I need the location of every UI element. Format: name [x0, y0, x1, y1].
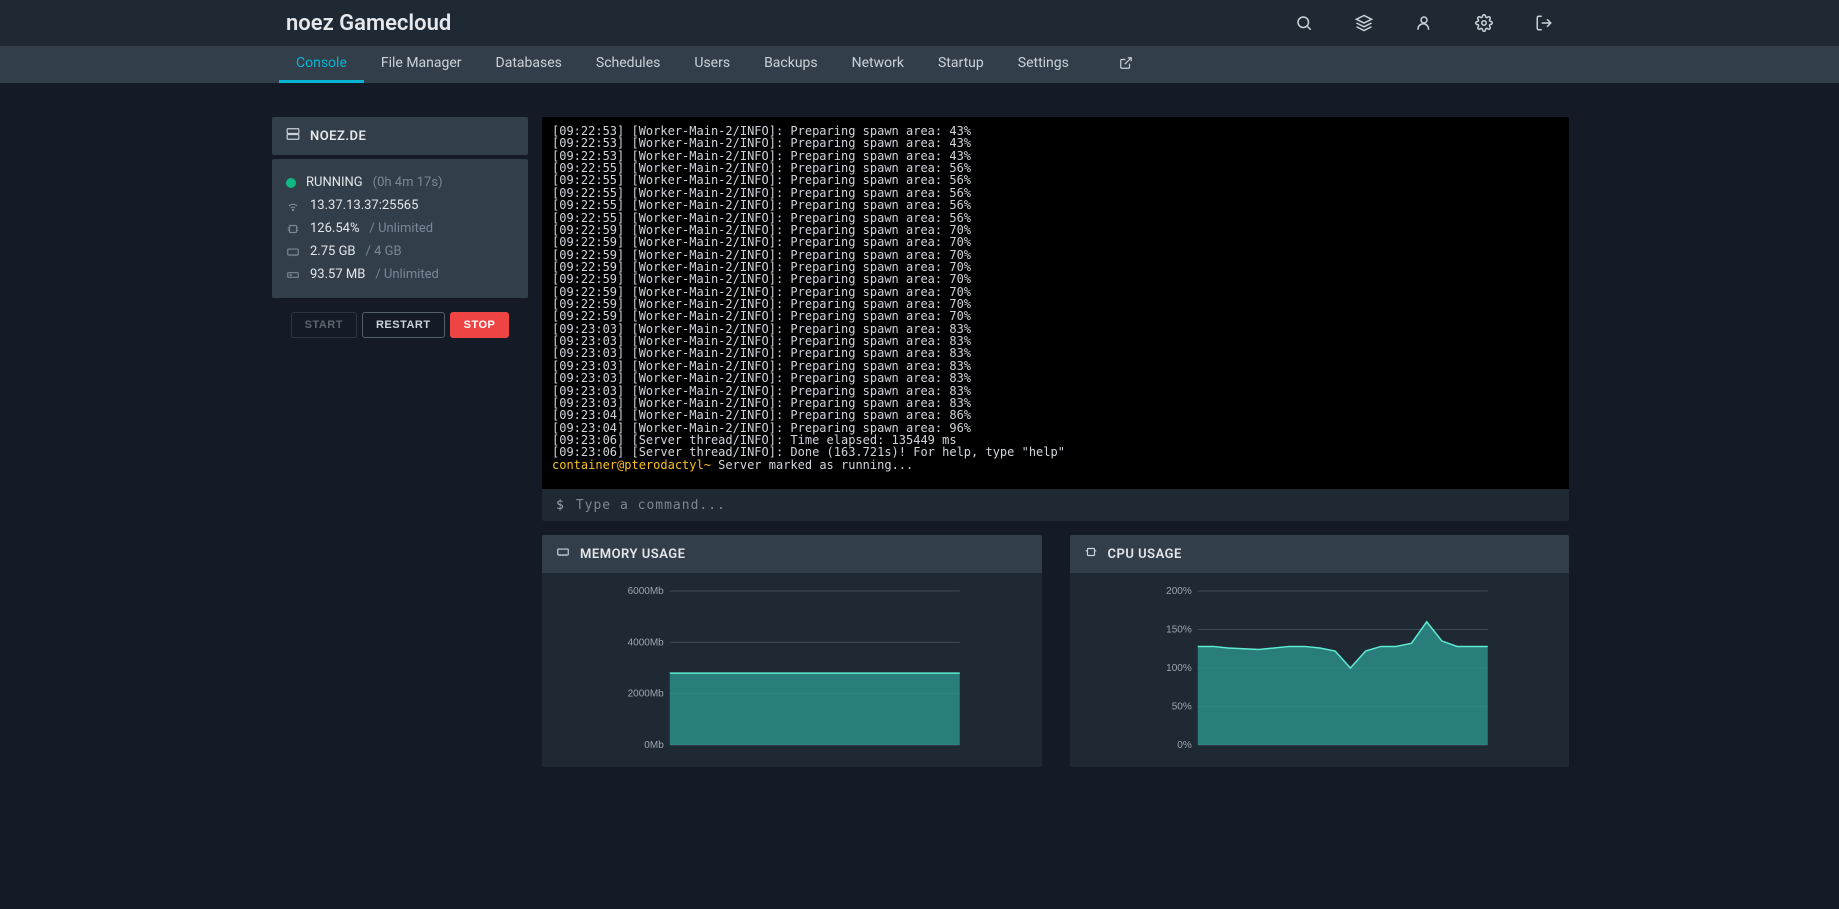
header-icon-group	[1295, 14, 1823, 32]
wifi-icon	[286, 199, 300, 213]
nav-tab-network[interactable]: Network	[835, 46, 921, 83]
nav-tab-backups[interactable]: Backups	[747, 46, 835, 83]
disk-value: 93.57 MB	[310, 267, 365, 282]
svg-text:6000Mb: 6000Mb	[628, 586, 665, 597]
start-button[interactable]: START	[291, 312, 357, 338]
prompt-symbol: $	[556, 498, 564, 513]
memory-limit: / 4 GB	[366, 244, 402, 259]
disk-limit: / Unlimited	[375, 267, 439, 282]
console-prompt-line: container@pterodactyl~ Server marked as …	[552, 459, 1559, 471]
restart-button[interactable]: RESTART	[362, 312, 445, 338]
memory-chart-icon	[556, 545, 570, 563]
console-input-row: $	[542, 489, 1569, 521]
server-title-panel: NOEZ.DE	[272, 117, 528, 155]
nav-tab-settings[interactable]: Settings	[1001, 46, 1086, 83]
memory-value: 2.75 GB	[310, 244, 356, 259]
layers-icon[interactable]	[1355, 14, 1373, 32]
stop-button[interactable]: STOP	[450, 312, 510, 338]
server-stats-panel: RUNNING (0h 4m 17s) 13.37.13.37:25565 12…	[272, 159, 528, 298]
brand-title: noez Gamecloud	[286, 11, 451, 36]
status-row: RUNNING (0h 4m 17s)	[286, 171, 514, 194]
nav-tab-databases[interactable]: Databases	[479, 46, 579, 83]
console-output[interactable]: [09:22:53] [Worker-Main-2/INFO]: Prepari…	[542, 117, 1569, 489]
status-text: RUNNING	[306, 175, 363, 190]
cpu-chart-icon	[1084, 545, 1098, 563]
main-nav: ConsoleFile ManagerDatabasesSchedulesUse…	[0, 46, 1839, 83]
svg-text:4000Mb: 4000Mb	[628, 637, 665, 648]
main-column: [09:22:53] [Worker-Main-2/INFO]: Prepari…	[542, 117, 1569, 767]
logout-icon[interactable]	[1535, 14, 1553, 32]
external-link-icon[interactable]	[1102, 46, 1150, 83]
chip-icon	[286, 222, 300, 236]
power-buttons: START RESTART STOP	[272, 312, 528, 338]
search-icon[interactable]	[1295, 14, 1313, 32]
nav-tab-file-manager[interactable]: File Manager	[364, 46, 479, 83]
console-input[interactable]	[576, 498, 1555, 513]
cpu-chart-title: CPU USAGE	[1108, 547, 1182, 562]
console-line: [09:22:59] [Worker-Main-2/INFO]: Prepari…	[552, 310, 1559, 322]
uptime-text: (0h 4m 17s)	[373, 175, 443, 190]
svg-text:0Mb: 0Mb	[644, 740, 664, 751]
nav-tab-schedules[interactable]: Schedules	[579, 46, 677, 83]
cpu-limit: / Unlimited	[369, 221, 433, 236]
hdd-icon	[286, 268, 300, 282]
svg-text:0%: 0%	[1177, 740, 1192, 751]
address-row: 13.37.13.37:25565	[286, 194, 514, 217]
server-name: NOEZ.DE	[310, 129, 366, 144]
console-line: [09:22:59] [Worker-Main-2/INFO]: Prepari…	[552, 236, 1559, 248]
svg-text:200%: 200%	[1166, 586, 1192, 597]
sidebar: NOEZ.DE RUNNING (0h 4m 17s) 13.37.13.37:…	[272, 117, 528, 338]
console-line: [09:22:55] [Worker-Main-2/INFO]: Prepari…	[552, 174, 1559, 186]
content-area: NOEZ.DE RUNNING (0h 4m 17s) 13.37.13.37:…	[0, 83, 1839, 767]
memory-chart-card: MEMORY USAGE 0Mb 2000Mb 4000Mb 6000Mb	[542, 535, 1042, 767]
svg-text:100%: 100%	[1166, 663, 1192, 674]
memory-chart: 0Mb 2000Mb 4000Mb 6000Mb	[552, 585, 1032, 755]
server-icon	[286, 127, 300, 145]
cpu-value: 126.54%	[310, 221, 359, 236]
nav-tab-startup[interactable]: Startup	[921, 46, 1001, 83]
memory-icon	[286, 245, 300, 259]
console-line: [09:22:55] [Worker-Main-2/INFO]: Prepari…	[552, 199, 1559, 211]
cpu-chart-card: CPU USAGE 0% 50% 100% 150% 200%	[1070, 535, 1570, 767]
charts-row: MEMORY USAGE 0Mb 2000Mb 4000Mb 6000Mb CPU U…	[542, 535, 1569, 767]
memory-row: 2.75 GB / 4 GB	[286, 240, 514, 263]
app-header: noez Gamecloud	[0, 0, 1839, 46]
nav-tab-console[interactable]: Console	[279, 46, 364, 83]
console-line: [09:22:59] [Worker-Main-2/INFO]: Prepari…	[552, 273, 1559, 285]
svg-text:50%: 50%	[1171, 702, 1191, 713]
nav-tab-users[interactable]: Users	[677, 46, 747, 83]
svg-text:150%: 150%	[1166, 625, 1192, 636]
disk-row: 93.57 MB / Unlimited	[286, 263, 514, 286]
cpu-chart: 0% 50% 100% 150% 200%	[1080, 585, 1560, 755]
status-dot-icon	[286, 178, 296, 188]
console-line: [09:23:04] [Worker-Main-2/INFO]: Prepari…	[552, 409, 1559, 421]
console-line: [09:23:03] [Worker-Main-2/INFO]: Prepari…	[552, 372, 1559, 384]
memory-chart-title: MEMORY USAGE	[580, 547, 685, 562]
console-line: [09:22:53] [Worker-Main-2/INFO]: Prepari…	[552, 137, 1559, 149]
cpu-row: 126.54% / Unlimited	[286, 217, 514, 240]
console-line: [09:23:03] [Worker-Main-2/INFO]: Prepari…	[552, 347, 1559, 359]
address-text: 13.37.13.37:25565	[310, 198, 418, 213]
svg-text:2000Mb: 2000Mb	[628, 689, 665, 700]
user-icon[interactable]	[1415, 14, 1433, 32]
console-panel: [09:22:53] [Worker-Main-2/INFO]: Prepari…	[542, 117, 1569, 521]
gears-icon[interactable]	[1475, 14, 1493, 32]
